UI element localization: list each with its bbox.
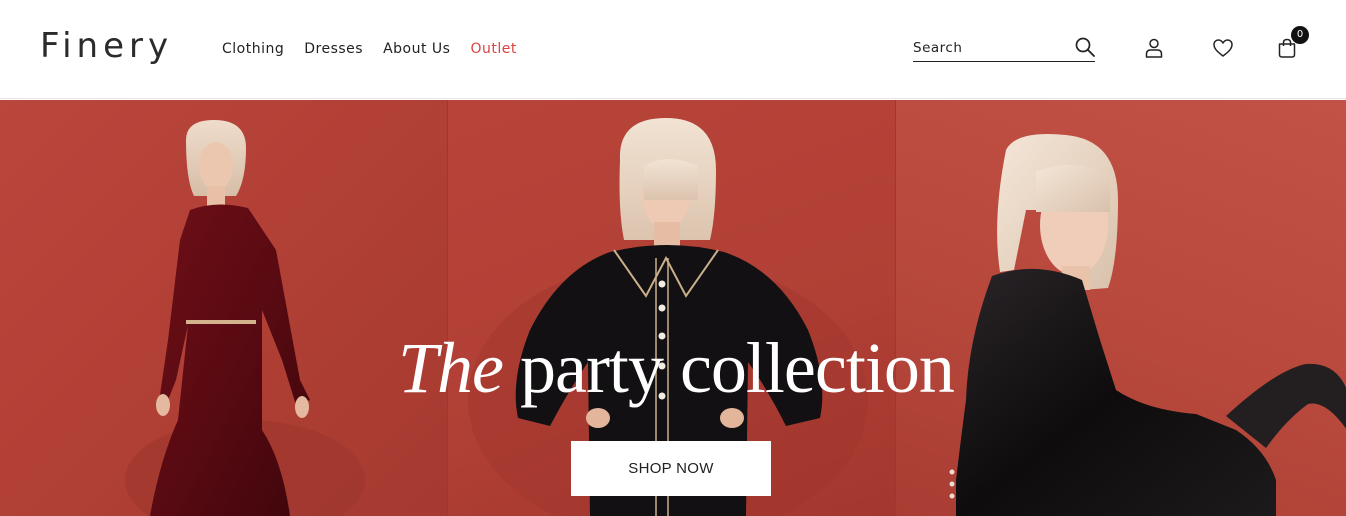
brand-logo[interactable]: Finery [40, 26, 173, 66]
user-icon[interactable] [1143, 37, 1165, 59]
hero-image-right[interactable] [895, 100, 1346, 516]
hero-headline: The party collection [398, 332, 955, 404]
model-photo-black-velvet-dress [949, 134, 1346, 516]
search-icon[interactable] [1075, 37, 1095, 57]
hero-headline-rest: party collection [520, 328, 955, 408]
nav-item-dresses[interactable]: Dresses [304, 41, 363, 57]
heart-icon[interactable] [1212, 37, 1234, 59]
site-header: Finery Clothing Dresses About Us Outlet … [0, 0, 1346, 99]
hero-image-left[interactable] [0, 100, 447, 516]
cart-count-badge: 0 [1291, 26, 1309, 44]
model-photo-burgundy-dress [125, 120, 365, 516]
nav-item-clothing[interactable]: Clothing [222, 41, 284, 57]
hero-banner: The party collection SHOP NOW [0, 100, 1346, 516]
search-bar [913, 36, 1095, 62]
search-input[interactable] [913, 38, 1068, 58]
hero-headline-italic: The [398, 328, 504, 408]
nav-item-about-us[interactable]: About Us [383, 41, 450, 57]
nav-item-outlet[interactable]: Outlet [470, 41, 516, 57]
shop-now-button[interactable]: SHOP NOW [571, 441, 771, 496]
main-nav: Clothing Dresses About Us Outlet [222, 41, 537, 57]
